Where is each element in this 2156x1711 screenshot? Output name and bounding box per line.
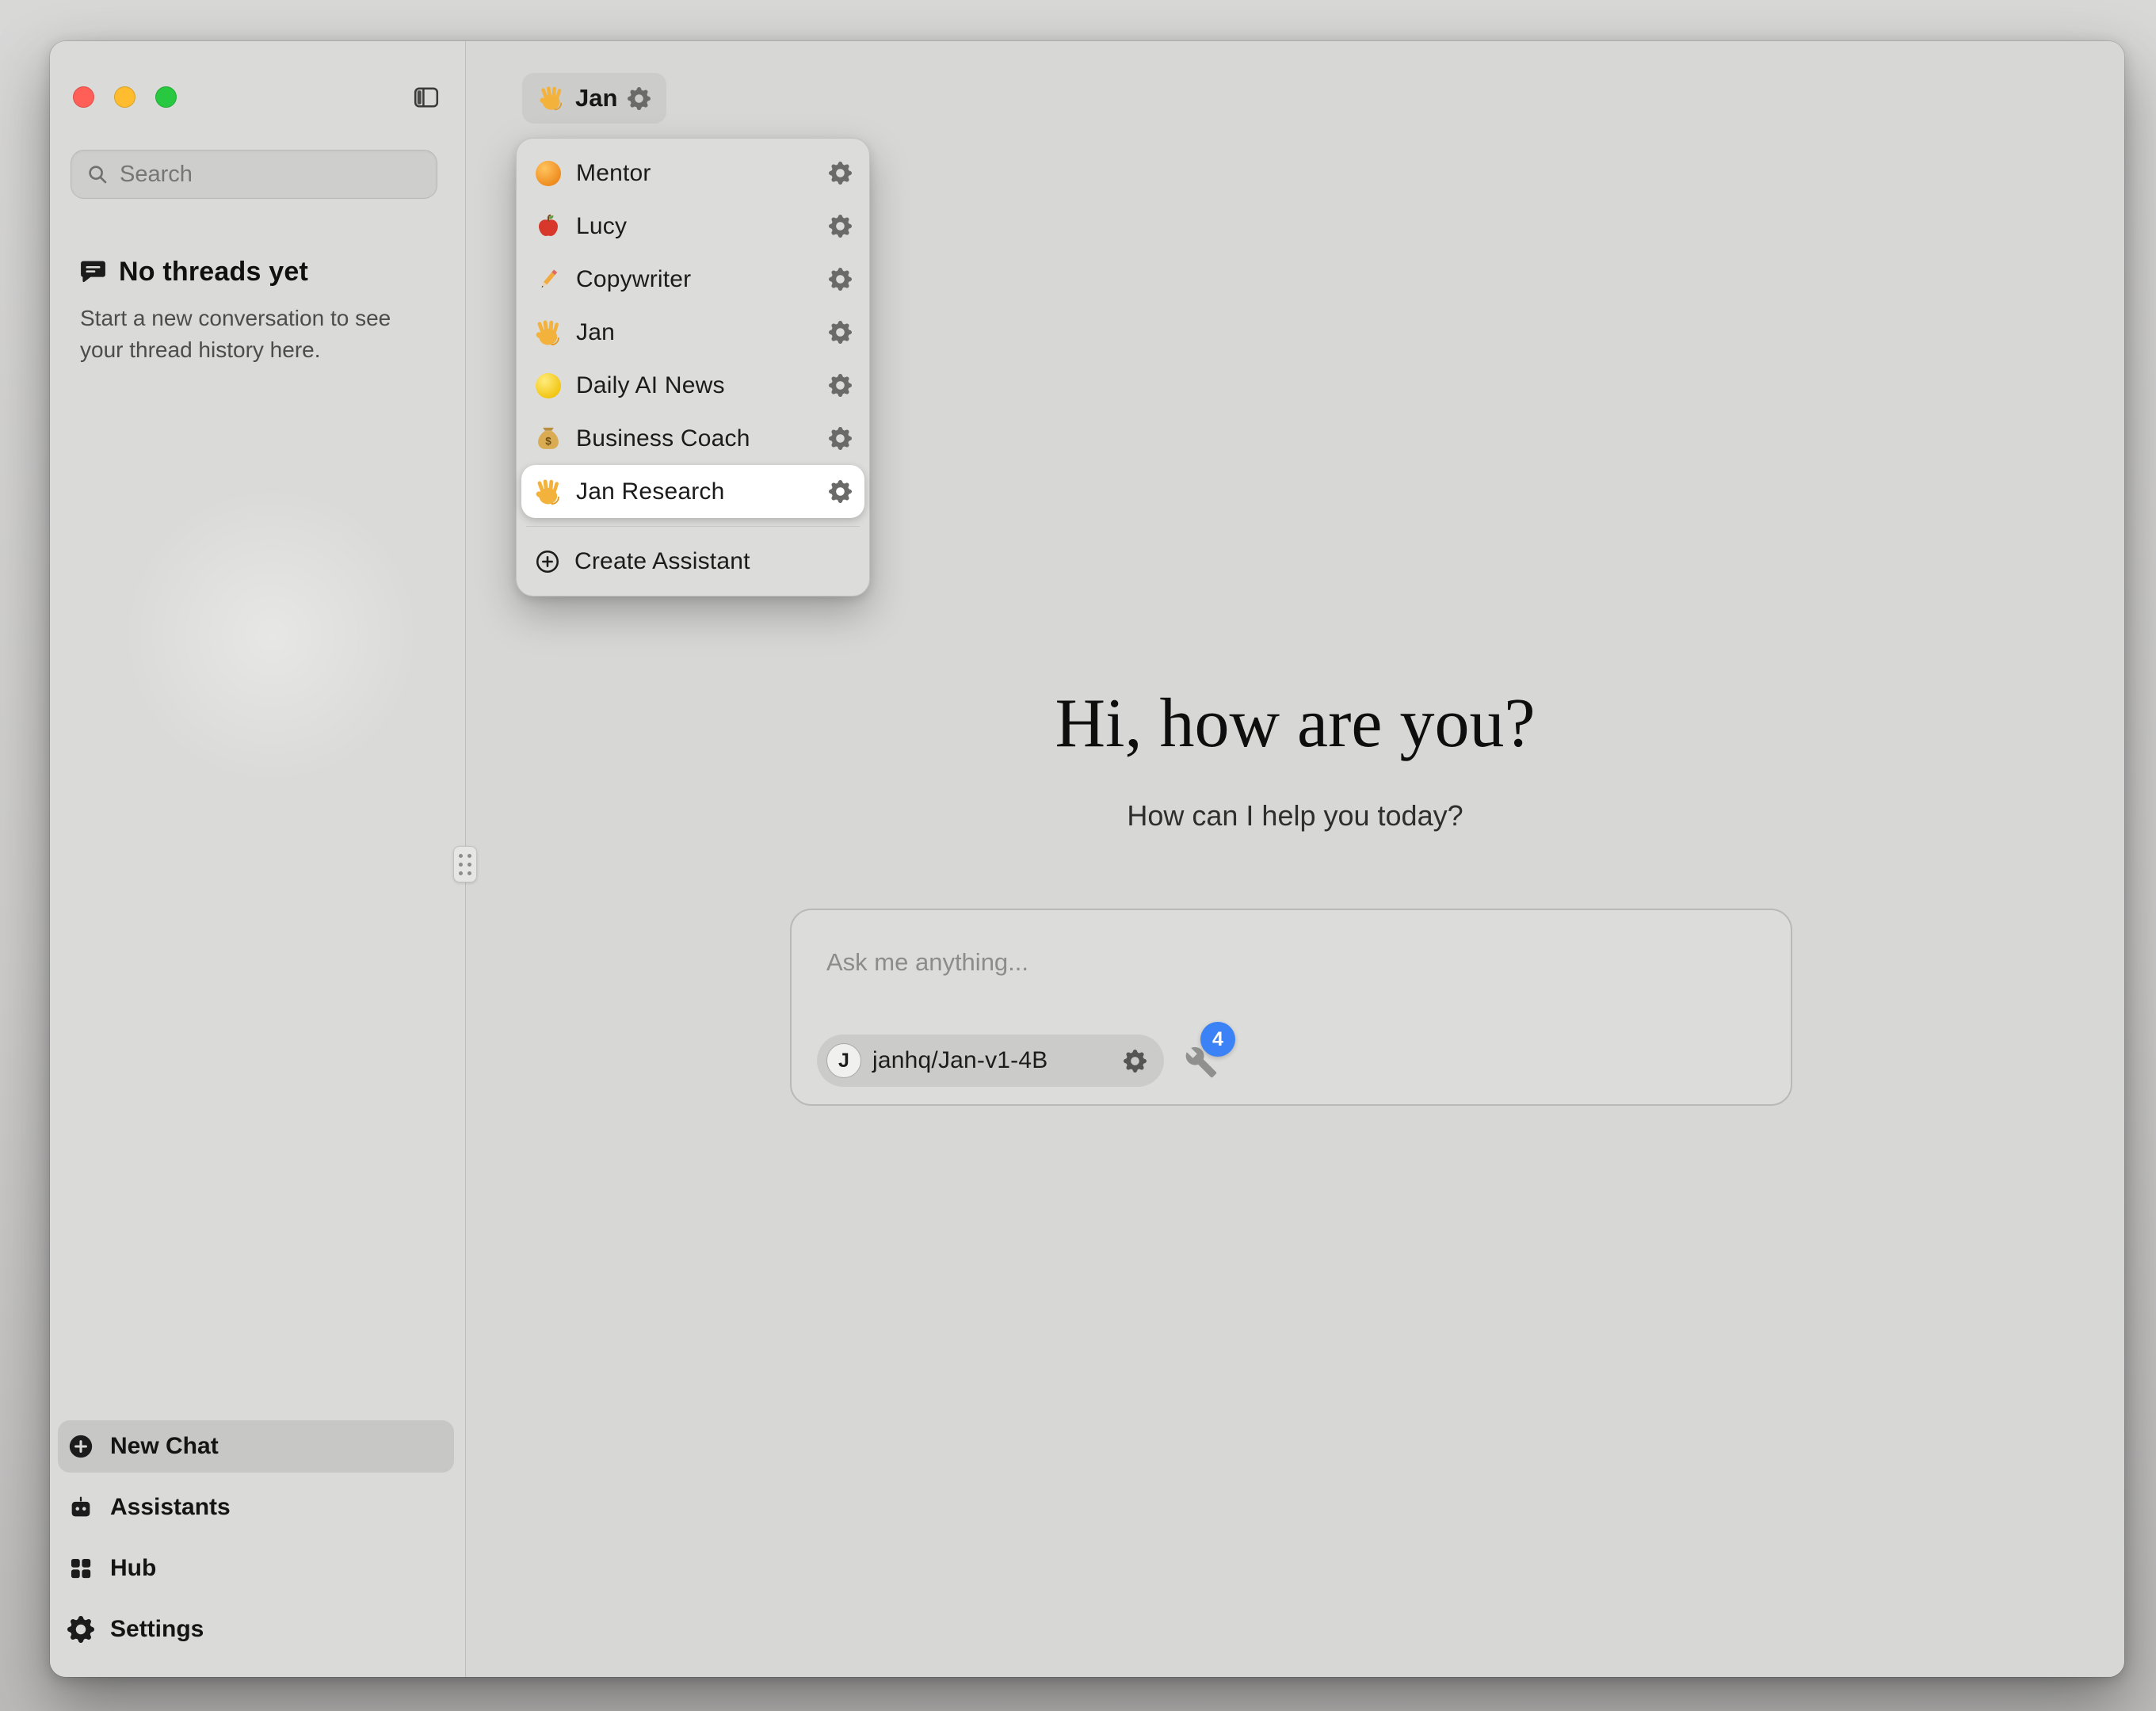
wave-icon — [534, 478, 563, 506]
create-assistant-label: Create Assistant — [574, 548, 852, 575]
jan-app-window: No threads yet Start a new conversation … — [50, 41, 2124, 1677]
sidebar-nav-item-new-chat[interactable]: New Chat — [58, 1420, 454, 1473]
model-settings-gear-icon[interactable] — [1124, 1050, 1147, 1073]
composer-placeholder: Ask me anything... — [826, 948, 1028, 977]
pencil-icon — [534, 265, 563, 294]
greeting-subtitle: How can I help you today? — [466, 799, 2124, 833]
sidebar-nav: New Chat Assistants Hub Settings — [58, 1420, 454, 1656]
gear-icon[interactable] — [829, 480, 852, 503]
assistant-name: Jan — [575, 84, 617, 112]
greeting-title: Hi, how are you? — [466, 689, 2124, 759]
main-area: Jan Mentor Lucy Copywriter Jan Daily AI … — [465, 41, 2124, 1677]
sidebar-nav-item-assistants[interactable]: Assistants — [58, 1481, 454, 1534]
assistants-icon — [67, 1494, 94, 1521]
wave-icon — [534, 318, 563, 347]
assistant-selector-button[interactable]: Jan — [522, 73, 666, 124]
sidebar-nav-item-settings[interactable]: Settings — [58, 1603, 454, 1656]
model-name: janhq/Jan-v1-4B — [872, 1047, 1047, 1074]
chat-bubble-icon — [78, 257, 108, 287]
settings-gear-icon — [67, 1616, 94, 1643]
orange-circle-icon — [534, 159, 563, 188]
empty-state-title: No threads yet — [119, 257, 308, 288]
plus-circle-icon — [534, 548, 561, 575]
gear-icon[interactable] — [829, 427, 852, 450]
zoom-window-button[interactable] — [155, 86, 177, 108]
assistant-settings-gear-icon[interactable] — [628, 87, 651, 110]
wave-icon — [538, 85, 565, 112]
assistant-menu-item-copywriter[interactable]: Copywriter — [521, 253, 864, 306]
gear-icon[interactable] — [829, 321, 852, 344]
create-assistant-item[interactable]: Create Assistant — [521, 535, 864, 588]
assistant-menu-item-daily-ai-news[interactable]: Daily AI News — [521, 359, 864, 412]
yellow-circle-icon — [534, 372, 563, 400]
sidebar-nav-item-hub[interactable]: Hub — [58, 1542, 454, 1595]
search-input[interactable] — [120, 162, 422, 188]
composer-toolbar: J janhq/Jan-v1-4B 4 — [817, 1035, 1221, 1087]
sidebar: No threads yet Start a new conversation … — [50, 41, 465, 1677]
hub-icon — [67, 1555, 94, 1582]
sidebar-resize-handle[interactable] — [453, 846, 477, 882]
minimize-window-button[interactable] — [114, 86, 135, 108]
gear-icon[interactable] — [829, 215, 852, 238]
model-avatar: J — [826, 1043, 861, 1078]
model-selector-button[interactable]: J janhq/Jan-v1-4B — [817, 1035, 1164, 1087]
assistant-menu-item-lucy[interactable]: Lucy — [521, 200, 864, 253]
assistant-menu-list: Mentor Lucy Copywriter Jan Daily AI News… — [521, 147, 864, 518]
window-controls — [73, 86, 177, 108]
search-field[interactable] — [71, 150, 437, 199]
gear-icon[interactable] — [829, 162, 852, 185]
sidebar-toggle-icon — [411, 83, 441, 112]
plus-circle-filled-icon — [67, 1433, 94, 1460]
assistant-menu-item-mentor[interactable]: Mentor — [521, 147, 864, 200]
moneybag-icon: $ — [534, 425, 563, 453]
close-window-button[interactable] — [73, 86, 94, 108]
tools-button[interactable]: 4 — [1185, 1042, 1221, 1079]
gear-icon[interactable] — [829, 374, 852, 397]
search-icon — [86, 162, 109, 186]
empty-state-header: No threads yet — [78, 257, 308, 288]
assistant-menu-item-business-coach[interactable]: $ Business Coach — [521, 412, 864, 465]
gear-icon[interactable] — [829, 268, 852, 291]
assistant-dropdown-menu: Mentor Lucy Copywriter Jan Daily AI News… — [516, 138, 870, 596]
svg-text:$: $ — [545, 435, 551, 447]
sidebar-toggle-button[interactable] — [408, 81, 445, 114]
apple-icon — [534, 212, 563, 241]
assistant-menu-item-jan-research[interactable]: Jan Research — [521, 465, 864, 518]
greeting: Hi, how are you? How can I help you toda… — [466, 689, 2124, 833]
menu-divider — [526, 526, 860, 527]
tools-count-badge: 4 — [1200, 1022, 1235, 1057]
assistant-menu-item-jan[interactable]: Jan — [521, 306, 864, 359]
chat-composer[interactable]: Ask me anything... J janhq/Jan-v1-4B 4 — [790, 909, 1792, 1106]
empty-state-description: Start a new conversation to see your thr… — [80, 303, 438, 366]
